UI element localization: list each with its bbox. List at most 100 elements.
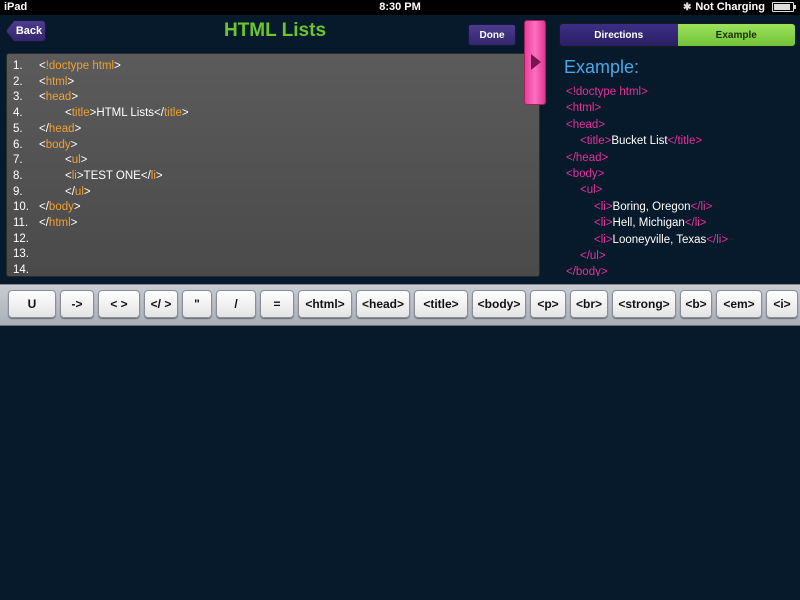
key-button[interactable]: <title>: [414, 290, 468, 318]
code-text: <li>TEST ONE</li>: [65, 170, 163, 182]
battery-text: Not Charging: [695, 1, 765, 13]
tag-name: <title>: [580, 135, 612, 148]
example-line: </head>: [566, 152, 608, 164]
key-button[interactable]: <p>: [530, 290, 566, 318]
tag-name: <!doctype html>: [566, 86, 648, 98]
key-button[interactable]: /: [216, 290, 256, 318]
tab-directions[interactable]: Directions: [560, 24, 678, 46]
directions-example-segmented-control[interactable]: Directions Example: [559, 23, 796, 47]
line-number: 11.: [13, 217, 29, 229]
code-token: Looneyville, Texas: [612, 233, 707, 246]
code-text: <!doctype html>: [39, 60, 121, 72]
key-button[interactable]: <body>: [472, 290, 526, 318]
code-token: >: [114, 60, 121, 72]
tag-name: title: [71, 107, 90, 120]
tag-name: <body>: [566, 168, 605, 180]
tag-name: <li>: [594, 217, 613, 230]
key-button[interactable]: <em>: [716, 290, 762, 318]
panel-toggle-tab[interactable]: [524, 20, 546, 105]
battery-status: ✱ Not Charging: [683, 1, 796, 13]
line-number: 1.: [13, 60, 23, 72]
tag-name: head: [48, 122, 75, 135]
line-number: 3.: [13, 91, 23, 104]
code-token: >: [74, 122, 82, 135]
line-number: 8.: [13, 169, 23, 182]
key-button[interactable]: ": [182, 290, 212, 318]
code-token: >: [80, 154, 88, 167]
tag-name: </ul>: [580, 250, 606, 262]
example-line: <head>: [566, 119, 605, 131]
key-button[interactable]: <head>: [356, 290, 410, 318]
tag-shortcut-bar: U -> < > </ > " / = <html> <head> <title> <body> <p…: [0, 284, 800, 326]
code-token: Bucket List: [611, 135, 668, 148]
arrow-right-icon: [531, 54, 541, 70]
code-token: >TEST ONE</: [76, 169, 151, 182]
key-button[interactable]: <html>: [298, 290, 352, 318]
tag-name: body: [48, 201, 74, 214]
line-number: 2.: [13, 75, 23, 88]
tag-name: </title>: [667, 135, 703, 148]
key-button[interactable]: <br>: [570, 290, 608, 318]
code-token: >: [83, 185, 91, 198]
example-line: <li>Boring, Oregon</li>: [594, 201, 712, 213]
key-button[interactable]: <i>: [766, 290, 798, 318]
line-number: 4.: [13, 107, 23, 120]
status-bar: iPad 8:30 PM ✱ Not Charging: [0, 0, 800, 15]
code-token: >: [70, 138, 78, 151]
code-token: >: [70, 217, 78, 229]
tag-name: html: [48, 217, 71, 229]
code-token: <: [65, 107, 72, 120]
code-text: </head>: [39, 123, 81, 135]
tab-example[interactable]: Example: [677, 24, 795, 46]
key-button[interactable]: < >: [98, 290, 140, 318]
key-button[interactable]: U: [8, 290, 56, 318]
example-line: <li>Hell, Michigan</li>: [594, 217, 707, 229]
key-button[interactable]: =: [260, 290, 294, 318]
key-button[interactable]: </ >: [144, 290, 178, 318]
example-line: <html>: [566, 102, 601, 114]
code-token: </: [39, 217, 49, 229]
tag-name: ul: [74, 185, 84, 198]
code-token: >: [155, 169, 163, 182]
tag-name: </li>: [706, 233, 729, 246]
key-button[interactable]: <b>: [680, 290, 712, 318]
code-text: </body>: [39, 201, 81, 213]
done-button[interactable]: Done: [468, 24, 516, 46]
tag-name: </li>: [690, 200, 713, 213]
tag-name: html: [45, 75, 68, 88]
example-heading: Example:: [564, 57, 640, 77]
example-line: <title>Bucket List</title>: [580, 135, 702, 147]
back-button[interactable]: Back: [6, 20, 46, 42]
code-token: >: [71, 91, 79, 104]
tag-name: <html>: [566, 102, 602, 115]
code-text: <html>: [39, 76, 74, 88]
key-button[interactable]: ->: [60, 290, 94, 318]
line-number: 14.: [13, 264, 29, 277]
code-token: <: [39, 91, 46, 104]
example-line: <li>Looneyville, Texas</li>: [594, 234, 728, 246]
code-token: >: [181, 107, 189, 120]
code-token: <: [65, 169, 72, 182]
code-token: Boring, Oregon: [612, 200, 691, 213]
line-number: 7.: [13, 154, 23, 167]
example-line: </ul>: [580, 250, 606, 262]
code-token: <: [39, 138, 46, 151]
key-button[interactable]: <strong>: [612, 290, 676, 318]
page-title: HTML Lists: [223, 20, 327, 41]
example-code: <!doctype html> <html> <head> <title>Bucket…: [560, 84, 798, 276]
line-number: 9.: [13, 185, 23, 198]
code-token: Hell, Michigan: [612, 217, 685, 230]
tag-name: <li>: [594, 233, 613, 246]
tag-name: !doctype html: [45, 60, 115, 72]
tag-name: ul: [71, 154, 81, 167]
tag-name: title: [163, 107, 182, 120]
clock: 8:30 PM: [379, 1, 421, 13]
code-text: <body>: [39, 139, 77, 151]
line-number: 6.: [13, 138, 23, 151]
code-token: >HTML Lists</: [89, 107, 164, 120]
example-line: <ul>: [580, 184, 602, 196]
code-editor[interactable]: 1. <!doctype html> 2. <html> 3. <head> 4. <titl…: [6, 53, 540, 277]
tag-name: <ul>: [580, 184, 603, 197]
battery-icon: [772, 2, 796, 12]
code-token: <: [65, 154, 72, 167]
